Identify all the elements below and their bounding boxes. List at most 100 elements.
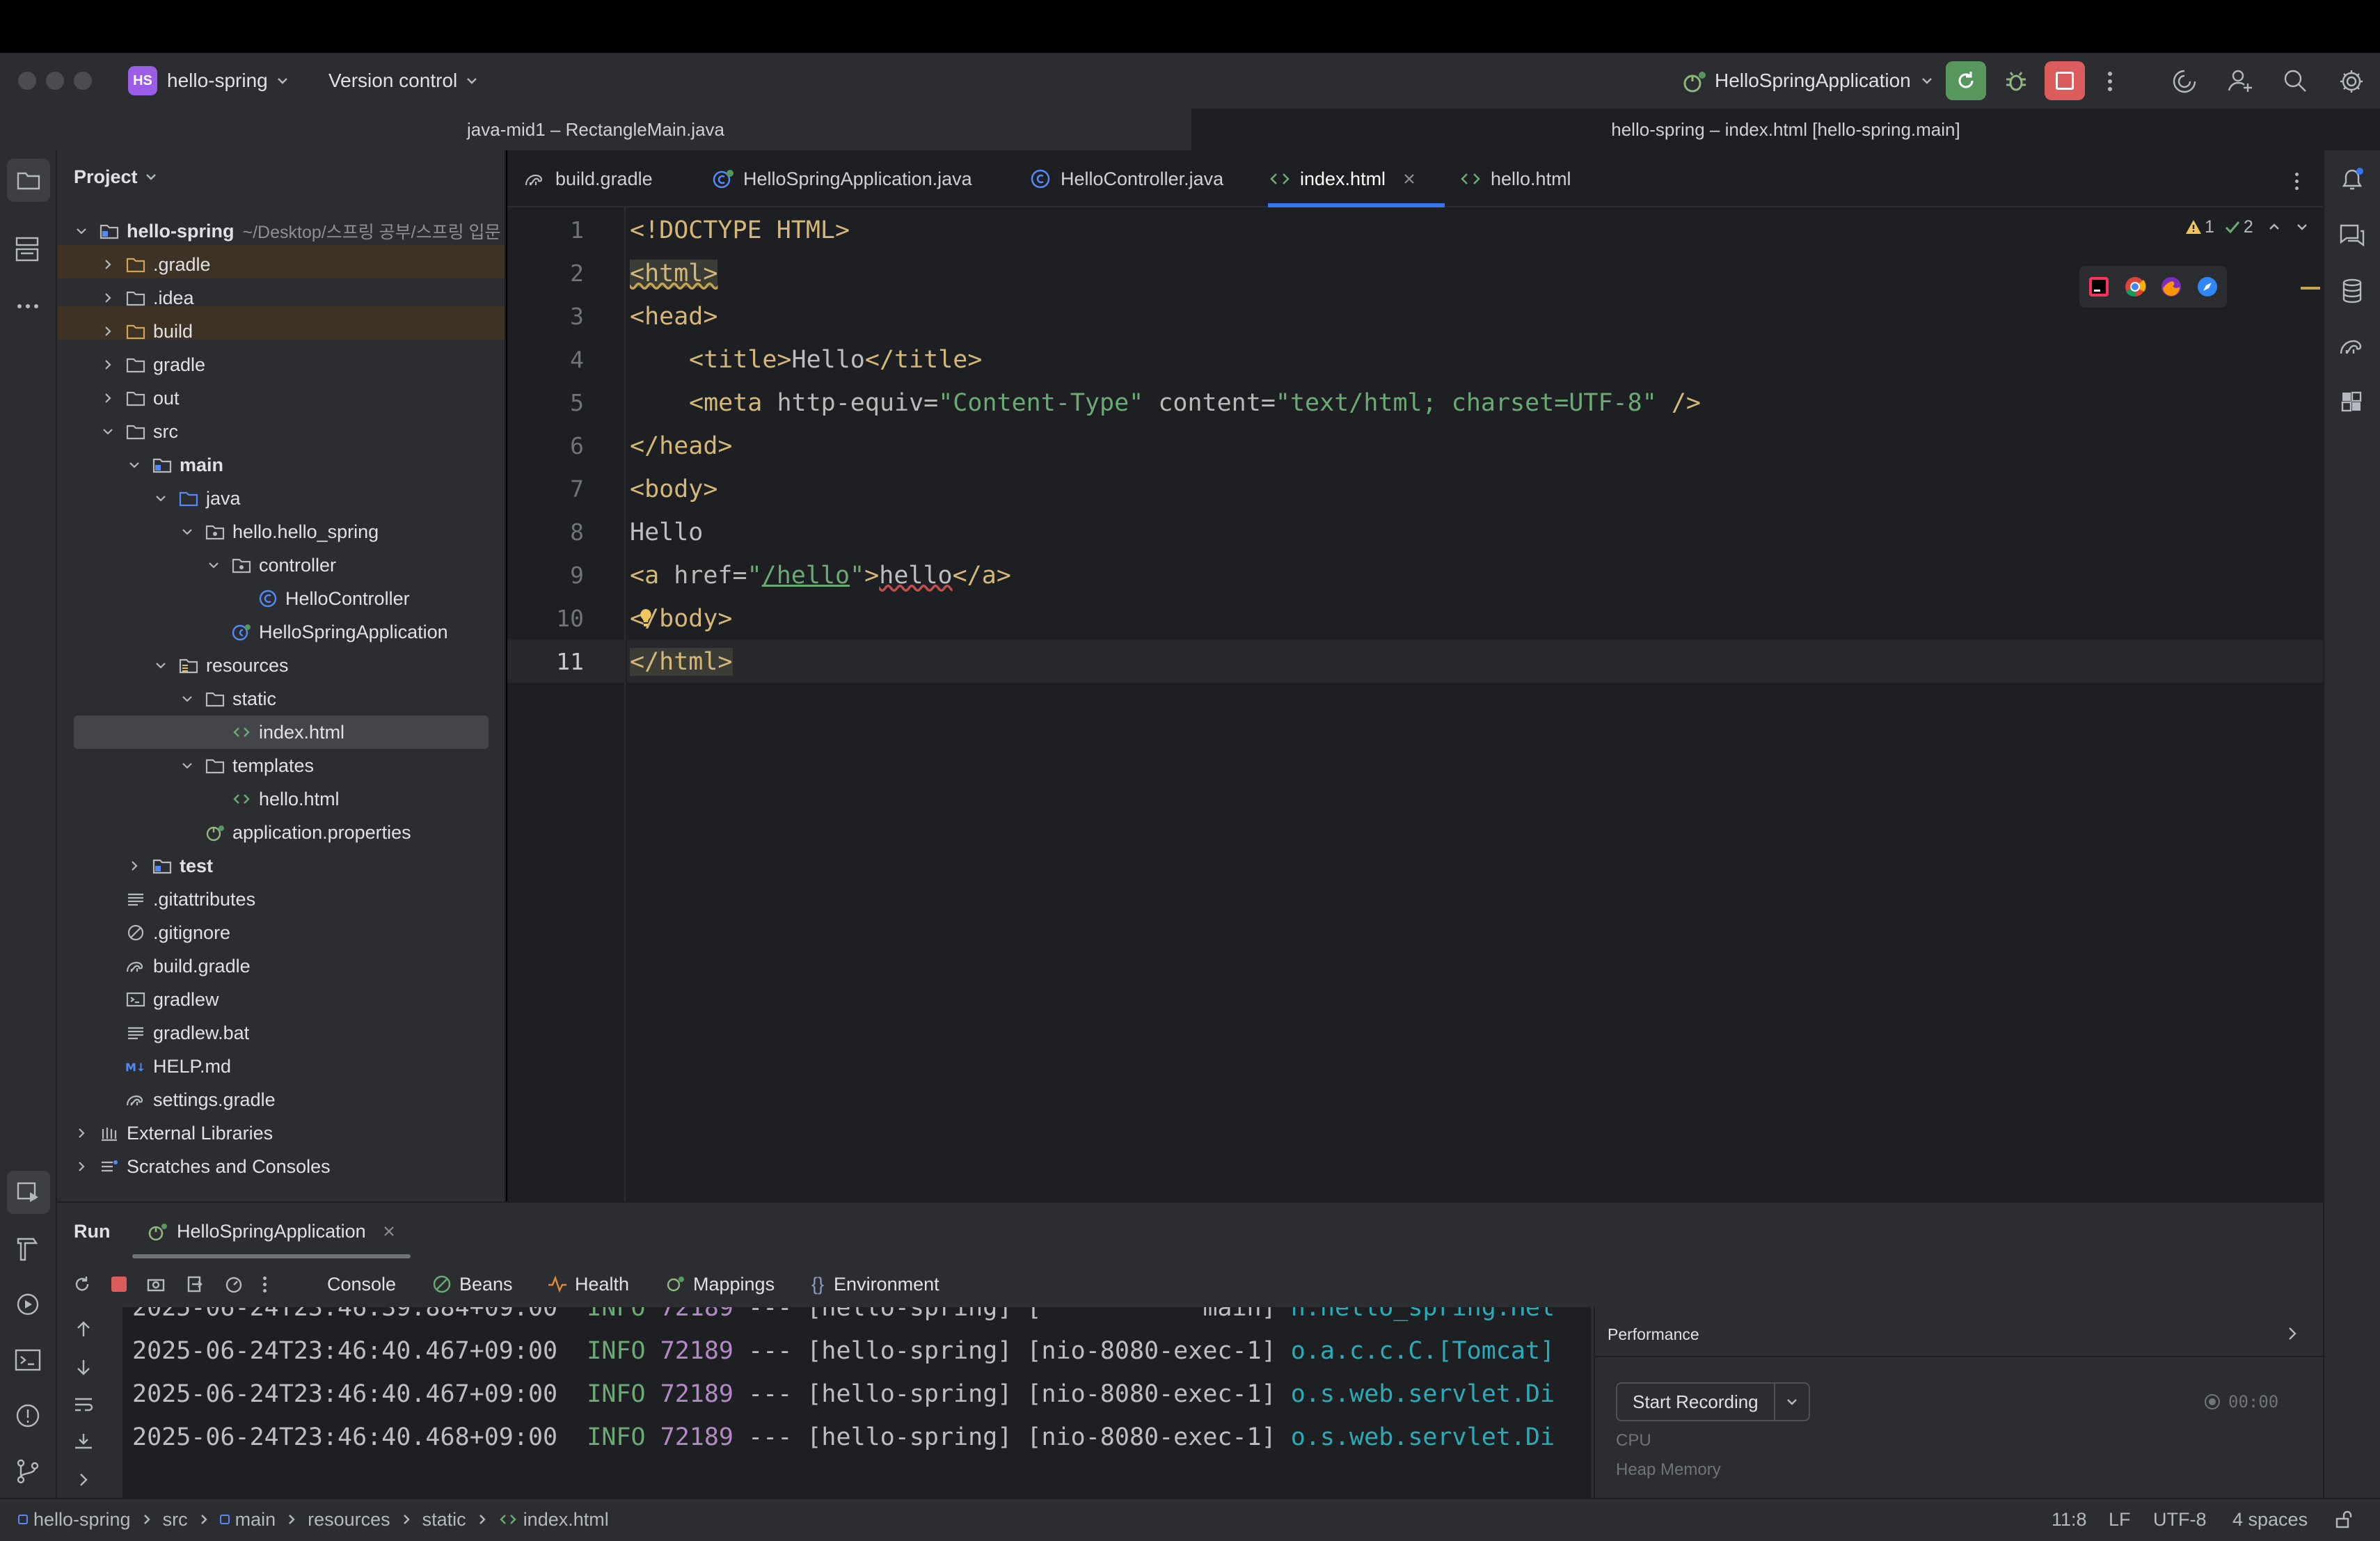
chevron-down-icon[interactable] — [127, 457, 142, 473]
tab-build-gradle[interactable]: build.gradle — [523, 150, 653, 207]
code-line-2[interactable]: <html> — [630, 252, 718, 295]
problems-tool-button[interactable] — [13, 1400, 43, 1431]
line-separator[interactable]: LF — [2109, 1498, 2131, 1541]
database-button[interactable] — [2337, 276, 2367, 306]
chrome-icon[interactable] — [2123, 274, 2148, 299]
close-icon[interactable] — [1402, 172, 1416, 186]
ai-chat-button[interactable] — [2337, 220, 2367, 251]
tree-item-build-gradle[interactable]: build.gradle — [100, 949, 251, 983]
rerun-icon[interactable] — [72, 1274, 92, 1294]
chevron-right-icon[interactable] — [2284, 1324, 2301, 1343]
chevron-right-icon[interactable] — [100, 390, 116, 406]
safari-icon[interactable] — [2195, 274, 2220, 299]
firefox-icon[interactable] — [2159, 274, 2184, 299]
chevron-down-icon[interactable] — [1785, 1395, 1799, 1409]
tree-item-src[interactable]: src — [100, 415, 178, 448]
code-line-4[interactable]: <title>Hello</title> — [689, 338, 982, 381]
code-line-5[interactable]: <meta http-equiv="Content-Type" content=… — [689, 381, 1701, 425]
gradle-tool-button[interactable] — [2337, 331, 2367, 362]
git-tool-button[interactable] — [13, 1456, 43, 1487]
breadcrumb-item[interactable]: index.html — [523, 1509, 609, 1531]
stop-icon[interactable] — [111, 1277, 127, 1292]
tree-root[interactable]: hello-spring ~/Desktop/스프링 공부/스프링 입문 — [74, 214, 505, 248]
debug-button[interactable] — [1999, 64, 2033, 99]
tree-item-gradlew[interactable]: gradlew — [100, 983, 219, 1016]
tree-item-hellocontroller[interactable]: HelloController — [232, 582, 410, 615]
chevron-right-icon[interactable] — [100, 290, 116, 306]
tree-item-controller[interactable]: controller — [206, 548, 336, 582]
tab-index-html[interactable]: index.html — [1268, 150, 1445, 207]
tree-item-index-html[interactable]: index.html — [206, 716, 344, 749]
stop-button[interactable] — [2045, 61, 2085, 100]
tree-item-help-md[interactable]: M↓ HELP.md — [100, 1050, 231, 1083]
tree-item-gitignore[interactable]: .gitignore — [100, 916, 230, 949]
chevron-up-icon[interactable] — [2267, 220, 2281, 234]
tree-item-resources[interactable]: resources — [153, 649, 289, 682]
log-logger[interactable]: o.s.web.servlet.Di — [1291, 1423, 1555, 1451]
breadcrumb-item[interactable]: src — [163, 1509, 188, 1531]
code-line-9[interactable]: <a href="/hello">hello</a> — [630, 554, 1011, 597]
chevron-right-icon[interactable] — [100, 324, 116, 339]
close-icon[interactable] — [383, 1225, 395, 1238]
breadcrumb-item[interactable]: main — [235, 1509, 276, 1531]
subtab-console[interactable]: Console — [327, 1270, 396, 1299]
chevron-down-icon[interactable] — [180, 691, 195, 706]
tree-item-gradlew-bat[interactable]: gradlew.bat — [100, 1016, 249, 1050]
tree-item-static[interactable]: static — [180, 682, 276, 716]
code-line-6[interactable]: </head> — [630, 425, 733, 468]
file-encoding[interactable]: UTF-8 — [2153, 1498, 2207, 1541]
tree-item-gradle[interactable]: .gradle — [100, 248, 211, 281]
code-with-me-button[interactable] — [2223, 64, 2258, 99]
gauge-icon[interactable] — [224, 1274, 244, 1294]
chevron-right-icon[interactable] — [74, 1159, 89, 1174]
breadcrumb-item[interactable]: resources — [308, 1509, 390, 1531]
notifications-button[interactable] — [2337, 164, 2367, 195]
chevron-right-icon[interactable] — [70, 1470, 97, 1489]
tab-options-button[interactable] — [2290, 167, 2303, 195]
indent-setting[interactable]: 4 spaces — [2232, 1498, 2308, 1541]
chevron-down-icon[interactable] — [153, 658, 168, 673]
subtab-environment[interactable]: {} Environment — [811, 1270, 939, 1299]
tree-item-main[interactable]: main — [127, 448, 223, 482]
tree-item-application-properties[interactable]: application.properties — [180, 816, 411, 849]
tree-item-build[interactable]: build — [100, 315, 193, 348]
tree-item-idea[interactable]: .idea — [100, 281, 194, 315]
log-logger[interactable]: o.s.web.servlet.Di — [1291, 1380, 1555, 1408]
plugin-tool-button[interactable] — [2337, 387, 2367, 418]
build-tool-button[interactable] — [13, 1233, 43, 1264]
chevron-right-icon[interactable] — [100, 257, 116, 272]
chevron-down-icon[interactable] — [153, 491, 168, 506]
arrow-up-icon[interactable] — [70, 1320, 97, 1339]
code-line-11[interactable]: </html> — [630, 640, 733, 683]
intellij-browser-icon[interactable] — [2086, 274, 2111, 299]
tree-item-hello-hello-spring[interactable]: hello.hello_spring — [180, 515, 379, 548]
start-recording-button[interactable]: Start Recording — [1616, 1382, 1810, 1421]
window-close-button[interactable] — [18, 72, 36, 90]
chevron-down-icon[interactable] — [100, 424, 116, 439]
soft-wrap-icon[interactable] — [70, 1395, 97, 1414]
chevron-right-icon[interactable] — [127, 858, 142, 874]
tree-item-gitattributes[interactable]: .gitattributes — [100, 883, 255, 916]
tree-item-external-libraries[interactable]: External Libraries — [74, 1116, 273, 1150]
chevron-down-icon[interactable] — [180, 524, 195, 539]
ai-assistant-button[interactable] — [2167, 64, 2202, 99]
tab-hello-html[interactable]: hello.html — [1459, 150, 1571, 207]
more-actions-button[interactable] — [2096, 64, 2124, 99]
project-tool-button[interactable] — [7, 159, 50, 202]
settings-button[interactable] — [2334, 64, 2369, 99]
tree-item-java[interactable]: java — [153, 482, 241, 515]
code-line-7[interactable]: <body> — [630, 468, 717, 511]
chevron-right-icon[interactable] — [74, 1125, 89, 1141]
terminal-tool-button[interactable] — [13, 1345, 43, 1375]
tree-item-templates[interactable]: templates — [180, 749, 314, 782]
search-button[interactable] — [2278, 64, 2313, 99]
subtab-health[interactable]: Health — [547, 1270, 629, 1299]
tab-hello-spring-application[interactable]: HelloSpringApplication.java — [711, 150, 972, 207]
window-tab-java-mid1[interactable]: java-mid1 – RectangleMain.java — [0, 109, 1191, 150]
tab-hello-controller[interactable]: HelloController.java — [1029, 150, 1223, 207]
code-line-8[interactable]: Hello — [630, 511, 703, 554]
structure-tool-button[interactable] — [13, 234, 43, 264]
more-tools-button[interactable] — [13, 291, 43, 322]
more-icon[interactable] — [263, 1276, 267, 1293]
tree-item-test[interactable]: test — [127, 849, 213, 883]
